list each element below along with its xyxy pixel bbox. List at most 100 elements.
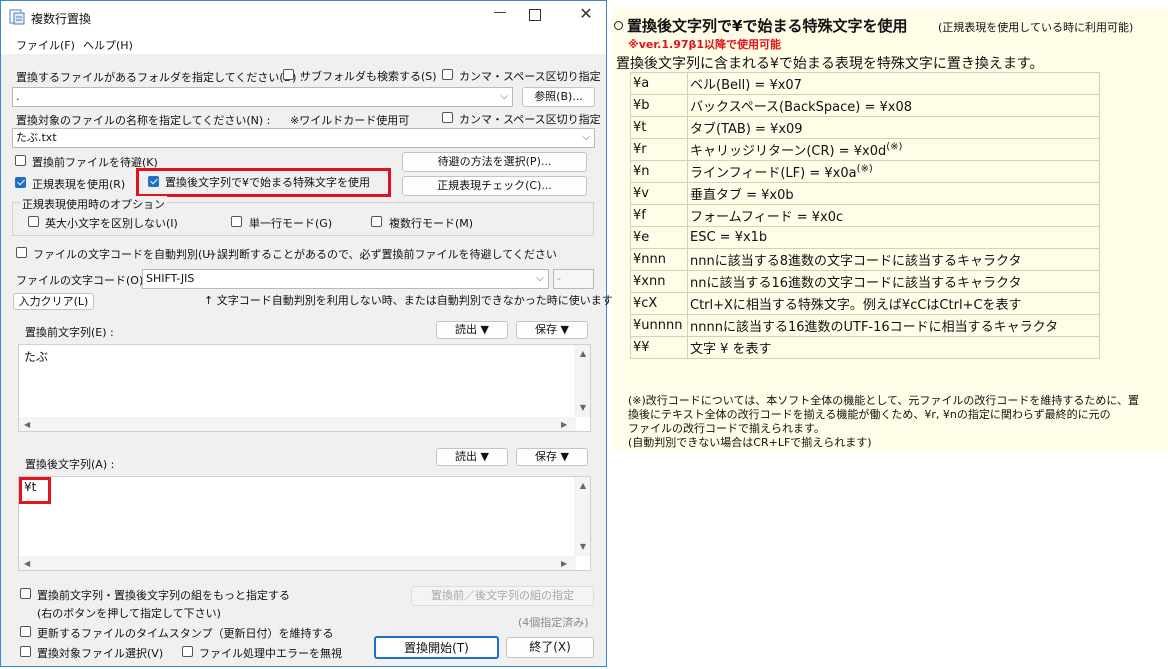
auto-encoding-checkbox[interactable] <box>16 247 27 258</box>
help-heading-note: (正規表現を使用している時に利用可能) <box>938 21 1134 34</box>
clear-button[interactable]: 入力クリア(L) <box>13 293 94 310</box>
escape-description-text: nnnnに該当する16進数のUTF-16コードに相当するキャラクタ <box>690 320 1059 335</box>
folder-comma-checkbox[interactable] <box>442 69 453 80</box>
before-text: たぶ <box>24 350 49 364</box>
multi-pair-note: (右のボタンを押して指定して下さい) <box>37 607 221 620</box>
escape-table-row: ¥f フォームフィード = ¥x0c <box>630 204 1100 227</box>
escape-table-row: ¥v 垂直タブ = ¥x0b <box>630 182 1100 205</box>
escape-description-text: キャリッジリターン(CR) = ¥x0d <box>690 144 887 159</box>
start-button[interactable]: 置換開始(T) <box>374 636 499 659</box>
escape-table-row: ¥¥ 文字 ¥ を表す <box>630 336 1100 359</box>
chevron-down-icon[interactable]: ⌵ <box>582 129 590 147</box>
escape-description-text: 文字 ¥ を表す <box>690 342 772 357</box>
footnote-line-4: (自動判別できない場合はCR+LFで揃えられます) <box>628 436 872 449</box>
escape-table: ¥a ベル(Bell) = ¥x07 ¥b バックスペース(BackSpace) = … <box>630 72 1100 359</box>
after-textarea[interactable]: ¥t ▲ ▼ ◀ ▶ <box>18 476 591 571</box>
ignore-case-checkbox[interactable] <box>28 216 39 227</box>
ignore-error-checkbox[interactable] <box>182 646 193 657</box>
after-hscroll[interactable] <box>19 556 576 570</box>
highlight-after-text <box>19 477 51 504</box>
escape-description: nnnに該当する8進数の文字コードに該当するキャラクタ <box>687 248 1100 271</box>
multi-line-checkbox[interactable] <box>371 216 382 227</box>
escape-description: タブ(TAB) = ¥x09 <box>687 116 1100 139</box>
backup-checkbox[interactable] <box>15 155 26 166</box>
subfolder-checkbox[interactable] <box>283 69 294 80</box>
subfolder-label: サブフォルダも検索する(S) <box>300 70 437 83</box>
minimize-icon[interactable]: — <box>489 5 511 25</box>
scroll-down-icon[interactable]: ▼ <box>580 403 586 412</box>
regex-options-title: 正規表現使用時のオプション <box>20 196 167 212</box>
title-bar[interactable]: 複数行置換 — ✕ <box>1 1 606 32</box>
menu-file[interactable]: ファイル(F) <box>16 37 75 53</box>
escape-table-row: ¥cX Ctrl+Xに相当する特殊文字。例えば¥cCはCtrl+Cを表す <box>630 292 1100 315</box>
after-read-button[interactable]: 読出 ▼ <box>436 448 508 466</box>
scroll-right-icon[interactable]: ▶ <box>561 559 567 568</box>
scroll-left-icon[interactable]: ◀ <box>24 559 30 568</box>
escape-description-text: Ctrl+Xに相当する特殊文字。例えば¥cCはCtrl+Cを表す <box>690 298 1022 313</box>
escape-key: ¥f <box>630 204 688 227</box>
escape-key: ¥n <box>630 160 688 183</box>
folder-value: . <box>16 90 20 103</box>
backup-method-button[interactable]: 待避の方法を選択(P)... <box>402 152 587 172</box>
wildcard-note: ※ワイルドカード使用可 <box>290 114 410 127</box>
exit-button[interactable]: 終了(X) <box>506 637 594 658</box>
auto-encoding-warning: －誤判断することがあるので、必ず置換前ファイルを待避してください <box>206 248 557 261</box>
before-read-button[interactable]: 読出 ▼ <box>436 321 508 339</box>
scroll-up-icon[interactable]: ▲ <box>580 349 586 358</box>
escape-key: ¥unnnn <box>630 314 688 337</box>
multi-pair-checkbox[interactable] <box>20 588 31 599</box>
close-icon[interactable]: ✕ <box>575 4 597 24</box>
escape-label: 置換後文字列で¥で始まる特殊文字を使用 <box>165 176 370 189</box>
escape-key: ¥xnn <box>630 270 688 293</box>
after-label: 置換後文字列(A) : <box>25 458 115 471</box>
scroll-up-icon[interactable]: ▲ <box>580 481 586 490</box>
escape-description: nnnnに該当する16進数のUTF-16コードに相当するキャラクタ <box>687 314 1100 337</box>
escape-description-text: フォームフィード = ¥x0c <box>690 210 844 225</box>
before-save-button[interactable]: 保存 ▼ <box>516 321 588 339</box>
escape-description: フォームフィード = ¥x0c <box>687 204 1100 227</box>
help-heading: 置換後文字列で¥で始まる特殊文字を使用 <box>627 17 908 35</box>
encoding-note: ↑ 文字コード自動判別を利用しない時、または自動判別できなかった時に使います。 <box>204 294 623 307</box>
escape-table-row: ¥a ベル(Bell) = ¥x07 <box>630 72 1100 95</box>
filename-comma-checkbox[interactable] <box>442 112 453 123</box>
before-textarea[interactable]: たぶ ▲ ▼ ◀ ▶ <box>18 344 591 432</box>
scroll-left-icon[interactable]: ◀ <box>24 420 30 429</box>
regex-check-button[interactable]: 正規表現チェック(C)... <box>402 176 587 196</box>
folder-combobox[interactable]: . ⌵ <box>12 87 513 107</box>
escape-key: ¥¥ <box>630 336 688 359</box>
escape-description-text: nnに該当する16進数の文字コードに該当するキャラクタ <box>690 276 1022 291</box>
escape-key: ¥b <box>630 94 688 117</box>
before-hscroll[interactable] <box>19 417 576 431</box>
filename-value: たぶ.txt <box>16 131 57 144</box>
pair-spec-button[interactable]: 置換前／後文字列の組の指定 <box>411 586 594 606</box>
regex-checkbox[interactable] <box>15 177 26 188</box>
escape-checkbox[interactable] <box>148 176 159 187</box>
filename-combobox[interactable]: たぶ.txt ⌵ <box>12 128 595 148</box>
multi-pair-label: 置換前文字列・置換後文字列の組をもっと指定する <box>37 589 290 602</box>
auto-encoding-label: ファイルの文字コードを自動判別(U) <box>33 248 215 261</box>
after-save-button[interactable]: 保存 ▼ <box>516 448 588 466</box>
timestamp-checkbox[interactable] <box>20 626 31 637</box>
scroll-down-icon[interactable]: ▼ <box>580 542 586 551</box>
chevron-down-icon[interactable]: ⌵ <box>536 270 544 288</box>
escape-description-text: nnnに該当する8進数の文字コードに該当するキャラクタ <box>690 254 1022 269</box>
select-files-checkbox[interactable] <box>20 646 31 657</box>
browse-button[interactable]: 参照(B)... <box>522 87 595 107</box>
chevron-down-icon[interactable]: ⌵ <box>500 88 508 106</box>
version-note: ※ver.1.97β1以降で使用可能 <box>628 38 782 51</box>
escape-key: ¥v <box>630 182 688 205</box>
single-line-checkbox[interactable] <box>231 216 242 227</box>
encoding-select[interactable]: SHIFT-JIS ⌵ <box>142 269 549 289</box>
escape-description: 文字 ¥ を表す <box>687 336 1100 359</box>
dialog-window: 複数行置換 — ✕ ファイル(F) ヘルプ(H) 置換するファイルがあるフォルダ… <box>0 0 623 667</box>
folder-comma-label: カンマ・スペース区切り指定 <box>459 70 601 83</box>
maximize-icon[interactable] <box>529 9 541 21</box>
escape-description-text: バックスペース(BackSpace) = ¥x08 <box>690 100 913 115</box>
app-icon <box>9 9 25 25</box>
escape-description-text: ラインフィード(LF) = ¥x0a <box>690 166 857 181</box>
escape-key: ¥nnn <box>630 248 688 271</box>
scroll-right-icon[interactable]: ▶ <box>561 420 567 429</box>
escape-key: ¥e <box>630 226 688 249</box>
encoding-value: SHIFT-JIS <box>146 272 195 285</box>
menu-help[interactable]: ヘルプ(H) <box>83 37 133 53</box>
